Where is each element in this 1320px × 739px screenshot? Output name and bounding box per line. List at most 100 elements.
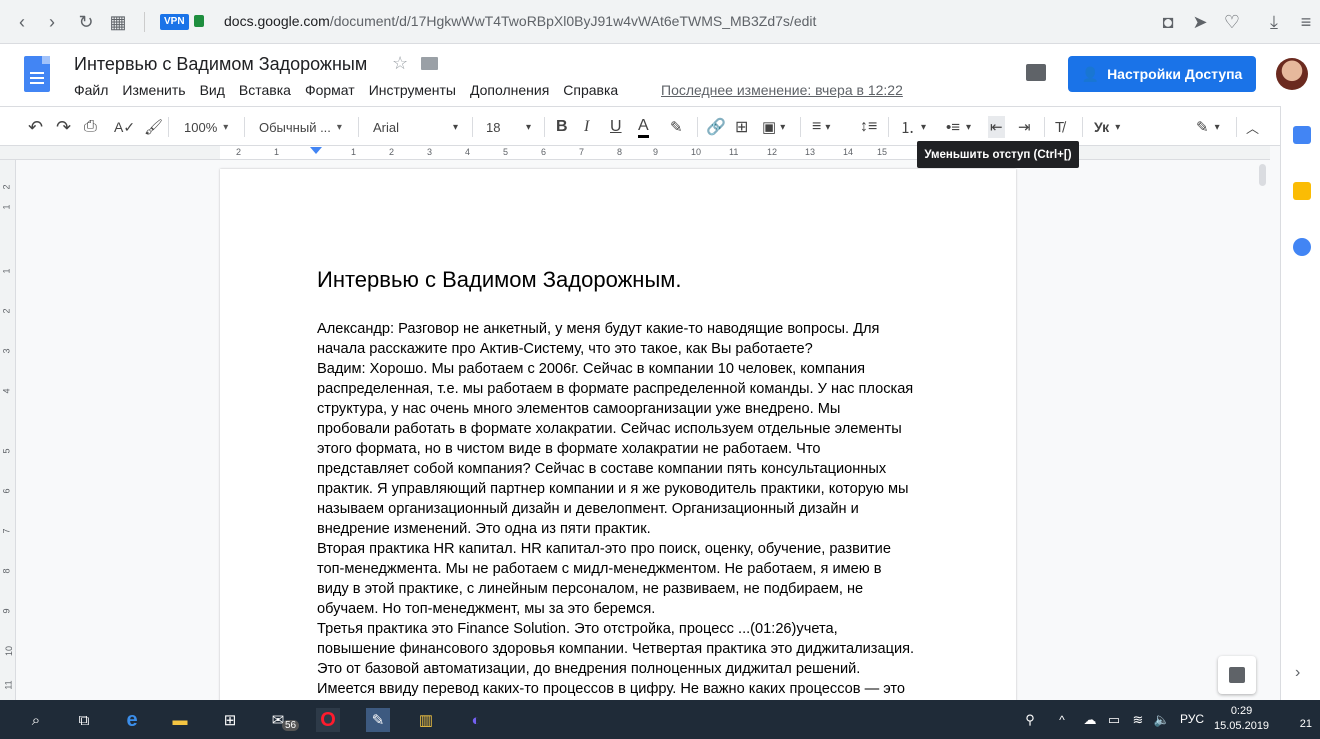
input-tools-select[interactable]: Ук ▾ xyxy=(1094,116,1120,138)
numbered-list-icon[interactable]: ⒈ ▾ xyxy=(900,116,926,138)
menu-help[interactable]: Справка xyxy=(563,82,618,98)
text-color-icon[interactable]: A xyxy=(638,116,649,138)
document-canvas[interactable]: Интервью с Вадимом Задорожным. Александр… xyxy=(16,160,1270,700)
menu-insert[interactable]: Вставка xyxy=(239,82,291,98)
print-icon[interactable]: ⎙ xyxy=(84,116,97,138)
menu-icon[interactable]: ≡ xyxy=(1292,8,1320,36)
menu-file[interactable]: Файл xyxy=(74,82,108,98)
tasks-icon[interactable] xyxy=(1293,238,1311,256)
text-line: начала расскажите про Актив-Систему, что… xyxy=(317,341,813,357)
zoom-select[interactable]: 100% xyxy=(184,116,228,138)
highlight-icon[interactable]: ✎ xyxy=(670,116,683,138)
link-icon[interactable]: 🔗 xyxy=(706,116,726,138)
search-icon[interactable]: ⌕ xyxy=(24,708,48,732)
store-icon[interactable]: ⊞ xyxy=(218,708,242,732)
tray-expand-icon[interactable]: ^ xyxy=(1050,708,1074,732)
increase-indent-icon[interactable]: ⇥ xyxy=(1018,116,1031,138)
page-title[interactable]: Интервью с Вадимом Задорожным. xyxy=(317,267,682,293)
clear-formatting-icon[interactable]: T̸ xyxy=(1055,116,1064,138)
decrease-indent-icon[interactable]: ⇤ xyxy=(988,116,1005,138)
forward-icon[interactable]: › xyxy=(38,8,66,36)
volume-icon[interactable]: 🔈 xyxy=(1150,708,1174,732)
cloud-icon[interactable]: ☁ xyxy=(1078,708,1102,732)
ruler-number: 2 xyxy=(389,147,395,157)
collapse-icon[interactable]: ︿ xyxy=(1246,116,1259,138)
editing-mode-icon[interactable]: ✎ ▾ xyxy=(1196,116,1220,138)
paint-format-icon[interactable]: 🖌 xyxy=(144,116,163,138)
sketch-app-icon[interactable]: ✎ xyxy=(366,708,390,732)
explore-button[interactable] xyxy=(1218,656,1256,694)
menu-format[interactable]: Формат xyxy=(305,82,355,98)
folder-icon[interactable] xyxy=(421,57,438,70)
task-view-icon[interactable]: ⧉ xyxy=(72,708,96,732)
document-page[interactable]: Интервью с Вадимом Задорожным. Александр… xyxy=(220,169,1016,700)
menu-tools[interactable]: Инструменты xyxy=(369,82,456,98)
align-icon[interactable]: ≡ ▾ xyxy=(812,116,830,138)
people-icon[interactable]: ⚲ xyxy=(1018,708,1042,732)
notifications-icon[interactable]: 21 xyxy=(1290,708,1312,730)
menu-view[interactable]: Вид xyxy=(200,82,225,98)
wifi-icon[interactable]: ≋ xyxy=(1126,708,1150,732)
clock-date: 15.05.2019 xyxy=(1214,720,1270,732)
send-icon[interactable]: ➤ xyxy=(1186,8,1214,36)
vertical-ruler[interactable]: 2 1 1 2 3 4 5 6 7 8 9 10 11 xyxy=(0,160,16,700)
horizontal-ruler[interactable]: 2 1 1 2 3 4 5 6 7 8 9 10 11 12 13 14 15 xyxy=(220,146,1016,160)
redo-icon[interactable]: ↷ xyxy=(56,116,71,138)
vpn-badge[interactable]: VPN xyxy=(160,14,189,30)
edge-icon[interactable]: e xyxy=(120,708,144,732)
text-line: Вадим: Хорошо. Мы работаем с 2006г. Сейч… xyxy=(317,361,866,377)
undo-icon[interactable]: ↶ xyxy=(28,116,43,138)
network-icon[interactable]: ▭ xyxy=(1102,708,1126,732)
star-icon[interactable]: ☆ xyxy=(392,53,408,74)
clock[interactable]: 0:29 15.05.2019 xyxy=(1214,704,1269,734)
indent-marker[interactable] xyxy=(310,147,322,154)
language-indicator[interactable]: РУС xyxy=(1180,712,1204,726)
last-edit-link[interactable]: Последнее изменение: вчера в 12:22 xyxy=(661,82,903,98)
insert-image-icon[interactable]: ▣ ▾ xyxy=(762,116,785,138)
tabs-grid-icon[interactable]: ▦ xyxy=(104,8,132,36)
vruler-number: 10 xyxy=(4,645,15,657)
divider xyxy=(144,12,145,32)
input-tools-value: Ук xyxy=(1094,119,1110,135)
style-select[interactable]: Обычный ... xyxy=(259,116,342,138)
text-line: виду в этой практике, с линейным персона… xyxy=(317,581,864,597)
vertical-scrollbar[interactable] xyxy=(1259,164,1266,186)
document-body[interactable]: Александр: Разговор не анкетный, у меня … xyxy=(317,319,927,699)
mail-badge: 56 xyxy=(282,720,300,731)
text-line: структура, у нас очень много элементов с… xyxy=(317,401,841,417)
comments-icon[interactable] xyxy=(1026,64,1046,81)
keep-icon[interactable] xyxy=(1293,182,1311,200)
bold-icon[interactable]: B xyxy=(556,116,568,138)
line-spacing-icon[interactable]: ↕≡ xyxy=(860,116,877,138)
chart-app-icon[interactable]: ▥ xyxy=(414,708,438,732)
bulleted-list-icon[interactable]: •≡ ▾ xyxy=(946,116,971,138)
document-title[interactable]: Интервью с Вадимом Задорожным xyxy=(74,54,367,75)
opera-icon[interactable]: O xyxy=(316,708,340,732)
spellcheck-icon[interactable]: A✓ xyxy=(114,116,135,138)
menu-edit[interactable]: Изменить xyxy=(122,82,185,98)
address-bar[interactable]: docs.google.com/document/d/17HgkwWwT4Two… xyxy=(224,13,816,29)
font-size-select[interactable]: 18 ▾ xyxy=(486,116,534,138)
back-icon[interactable]: ‹ xyxy=(8,8,36,36)
calendar-icon[interactable] xyxy=(1293,126,1311,144)
italic-icon[interactable]: I xyxy=(584,116,589,138)
share-button[interactable]: 👤 Настройки Доступа xyxy=(1068,56,1256,92)
ruler-number: 9 xyxy=(653,147,659,157)
camera-icon[interactable]: ◘ xyxy=(1154,8,1182,36)
menu-addons[interactable]: Дополнения xyxy=(470,82,549,98)
text-line: обучаем. Но топ-менеджмент, мы за это бе… xyxy=(317,601,656,617)
docs-logo-icon[interactable] xyxy=(24,56,50,92)
avatar[interactable] xyxy=(1276,58,1308,90)
text-line: пробовали работать в формате холакратии.… xyxy=(317,421,902,437)
font-select[interactable]: Arial ▾ xyxy=(373,116,463,138)
expand-panel-icon[interactable]: › xyxy=(1295,664,1300,682)
text-line: Александр: Разговор не анкетный, у меня … xyxy=(317,321,880,337)
insert-comment-icon[interactable]: ⊞ xyxy=(735,116,748,138)
download-icon[interactable]: ⤓ xyxy=(1260,8,1288,36)
viber-icon[interactable]: ◐ xyxy=(464,708,488,732)
reload-icon[interactable]: ↻ xyxy=(72,8,100,36)
file-explorer-icon[interactable]: ▬ xyxy=(168,708,192,732)
underline-icon[interactable]: U xyxy=(610,116,622,138)
heart-icon[interactable]: ♡ xyxy=(1218,8,1246,36)
browser-bar: ‹ › ↻ ▦ VPN docs.google.com/document/d/1… xyxy=(0,0,1320,44)
